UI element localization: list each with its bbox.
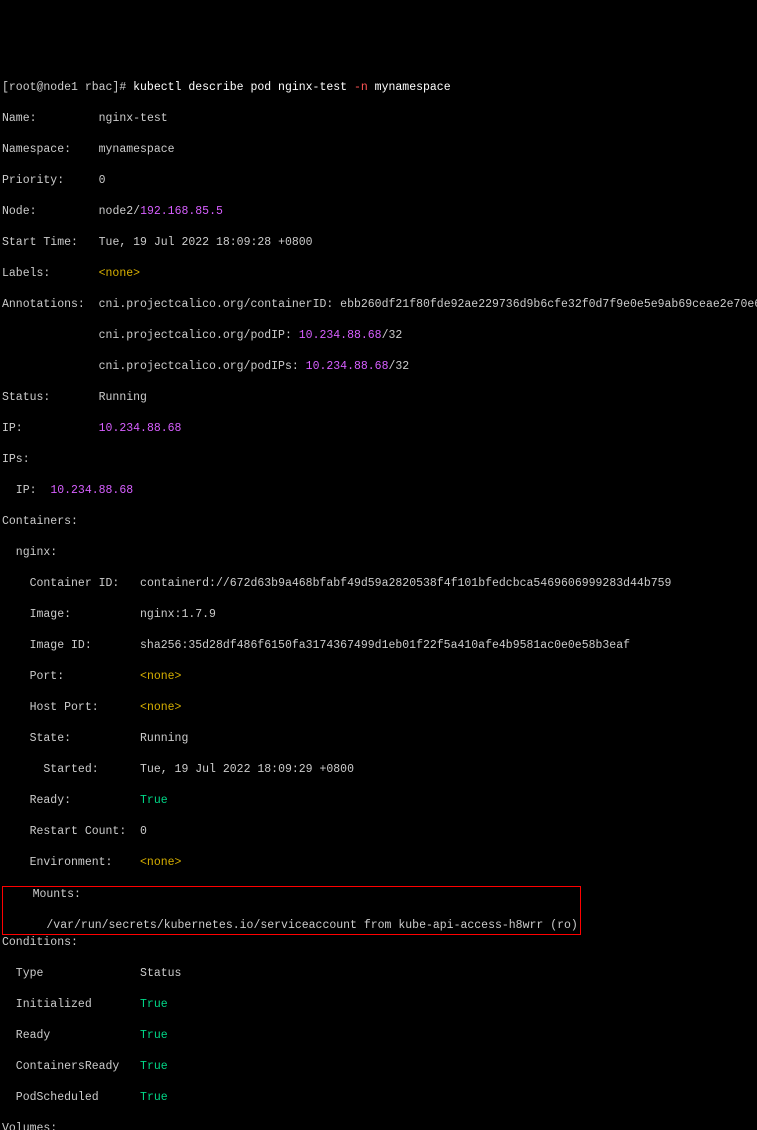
cond-ready-k: Ready [2, 1029, 50, 1042]
ip-key: IP: [2, 422, 23, 435]
anno-key3: cni.projectcalico.org/podIPs: [99, 360, 306, 373]
anno-ip2: 10.234.88.68 [299, 329, 382, 342]
shell-prompt: [root@node1 rbac]# [2, 81, 133, 94]
status-val: Running [99, 391, 147, 404]
cond-init-k: Initialized [2, 998, 92, 1011]
node-val1: node2/ [99, 205, 140, 218]
labels-key: Labels: [2, 267, 50, 280]
cmd-line[interactable]: [root@node1 rbac]# kubectl describe pod … [2, 80, 755, 96]
env-key: Environment: [2, 856, 112, 869]
ns-key: Namespace: [2, 143, 71, 156]
restart-key: Restart Count: [2, 825, 126, 838]
cond-h-type: Type [2, 967, 43, 980]
mounts-val: /var/run/secrets/kubernetes.io/serviceac… [5, 919, 578, 932]
imgid-val: sha256:35d28df486f6150fa3174367499d1eb01… [140, 639, 630, 652]
imgid-key: Image ID: [2, 639, 92, 652]
hport-key: Host Port: [2, 701, 99, 714]
ready-key: Ready: [2, 794, 71, 807]
anno-key: Annotations: [2, 298, 85, 311]
name-key: Name: [2, 112, 37, 125]
cond-ps-v: True [140, 1091, 168, 1104]
name-val: nginx-test [99, 112, 168, 125]
node-ip: 192.168.85.5 [140, 205, 223, 218]
pri-val: 0 [99, 174, 106, 187]
ip-val: 10.234.88.68 [99, 422, 182, 435]
start-val: Tue, 19 Jul 2022 18:09:28 +0800 [99, 236, 313, 249]
state-key: State: [2, 732, 71, 745]
state-val: Running [140, 732, 188, 745]
cid-key: Container ID: [2, 577, 119, 590]
ready-val: True [140, 794, 168, 807]
cmd-flag: -n [354, 81, 368, 94]
mounts-key: Mounts: [5, 888, 81, 901]
anno-val1: cni.projectcalico.org/containerID: ebb26… [99, 298, 757, 311]
cond-init-v: True [140, 998, 168, 1011]
img-val: nginx:1.7.9 [140, 608, 216, 621]
hport-val: <none> [140, 701, 181, 714]
pri-key: Priority: [2, 174, 64, 187]
started-key: Started: [2, 763, 99, 776]
anno-ip3: 10.234.88.68 [306, 360, 389, 373]
anno-key2: cni.projectcalico.org/podIP: [99, 329, 299, 342]
port-key: Port: [2, 670, 64, 683]
conditions-header: Conditions: [2, 936, 78, 949]
terminal-output: [root@node1 rbac]# kubectl describe pod … [2, 64, 755, 1130]
cid-val: containerd://672d63b9a468bfabf49d59a2820… [140, 577, 671, 590]
restart-val: 0 [140, 825, 147, 838]
volumes-header: Volumes: [2, 1122, 57, 1130]
anno-suf2: /32 [382, 329, 403, 342]
ns-val: mynamespace [99, 143, 175, 156]
labels-val: <none> [99, 267, 140, 280]
cmd-kubectl: kubectl describe pod nginx-test [133, 81, 354, 94]
started-val: Tue, 19 Jul 2022 18:09:29 +0800 [140, 763, 354, 776]
container-name: nginx: [2, 546, 57, 559]
env-val: <none> [140, 856, 181, 869]
node-key: Node: [2, 205, 37, 218]
ips-nested-key: IP: [2, 484, 50, 497]
ips-key: IPs: [2, 453, 30, 466]
cond-cr-k: ContainersReady [2, 1060, 119, 1073]
containers-header: Containers: [2, 515, 78, 528]
cond-ready-v: True [140, 1029, 168, 1042]
anno-suf3: /32 [389, 360, 410, 373]
img-key: Image: [2, 608, 71, 621]
port-val: <none> [140, 670, 181, 683]
cond-ps-k: PodScheduled [2, 1091, 99, 1104]
start-key: Start Time: [2, 236, 78, 249]
cmd-ns: mynamespace [368, 81, 451, 94]
cond-h-status: Status [140, 967, 181, 980]
cond-cr-v: True [140, 1060, 168, 1073]
mounts-highlight-box: Mounts: /var/run/secrets/kubernetes.io/s… [2, 886, 581, 935]
ips-nested-val: 10.234.88.68 [50, 484, 133, 497]
status-key: Status: [2, 391, 50, 404]
